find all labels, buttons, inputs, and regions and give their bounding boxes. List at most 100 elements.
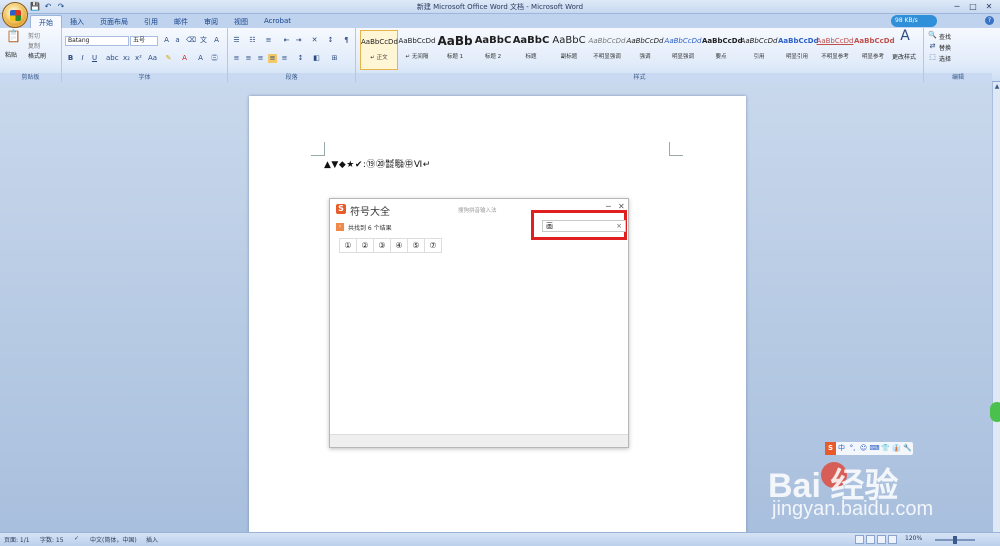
document-text[interactable]: ▲▼◆★✔:⑲⑳㍿㍾㊥Ⅵ↵ — [324, 157, 431, 170]
help-icon[interactable]: ? — [985, 16, 994, 25]
bold-icon[interactable]: B — [66, 54, 75, 63]
style-quote[interactable]: AaBbCcDd 引用 — [740, 30, 778, 70]
cut-button[interactable]: 剪切 — [28, 31, 40, 40]
font-name-select[interactable]: Batang — [65, 36, 129, 46]
floating-widget-icon[interactable] — [990, 402, 1000, 422]
line-spacing-icon[interactable]: ↕ — [296, 54, 305, 63]
decrease-indent-icon[interactable]: ⇤ — [282, 36, 291, 45]
symbol-cell[interactable]: ④ — [390, 238, 408, 253]
proofing-icon[interactable]: ✓ — [74, 535, 79, 542]
language-status[interactable]: 中文(简体，中国) — [90, 535, 137, 544]
symbol-cell[interactable]: ⑤ — [407, 238, 425, 253]
italic-icon[interactable]: I — [78, 54, 87, 63]
sogou-ime-icon[interactable]: S — [825, 442, 836, 455]
change-styles-icon[interactable]: A — [896, 29, 914, 48]
style-strong[interactable]: AaBbCcDd 要点 — [702, 30, 743, 70]
replace-button[interactable]: 替换 — [939, 43, 951, 52]
style-no-spacing[interactable]: AaBbCcDd ↵ 无间隔 — [398, 30, 436, 70]
char-shading-icon[interactable]: A — [196, 54, 205, 63]
multilevel-list-icon[interactable]: ≡ — [264, 36, 273, 45]
tab-insert[interactable]: 插入 — [62, 15, 92, 28]
insert-mode[interactable]: 插入 — [146, 535, 158, 544]
enclose-char-icon[interactable]: ㊂ — [210, 54, 219, 63]
symbol-cell[interactable]: ② — [356, 238, 374, 253]
symbol-cell[interactable]: ⑦ — [424, 238, 442, 253]
copy-button[interactable]: 复制 — [28, 41, 40, 50]
emoji-icon[interactable]: ☺ — [858, 442, 869, 455]
symbol-search-input[interactable]: 画 × — [542, 220, 626, 232]
symbol-cell[interactable]: ① — [339, 238, 357, 253]
web-layout-icon[interactable] — [877, 535, 886, 544]
paste-button[interactable]: 粘贴 — [5, 50, 17, 59]
style-heading-2[interactable]: AaBbC 标题 2 — [474, 30, 512, 70]
shading-icon[interactable]: ◧ — [312, 54, 321, 63]
page-count[interactable]: 页面: 1/1 — [4, 535, 30, 544]
style-emphasis[interactable]: AaBbCcDd 强调 — [626, 30, 664, 70]
grow-font-icon[interactable]: A — [162, 36, 171, 45]
print-layout-icon[interactable] — [855, 535, 864, 544]
close-button[interactable]: ✕ — [982, 1, 996, 12]
change-styles-button[interactable]: 更改样式 — [892, 52, 916, 61]
align-right-icon[interactable]: ≡ — [256, 54, 265, 63]
style-intense-quote[interactable]: AaBbCcDd 明显引用 — [778, 30, 819, 70]
paste-icon[interactable]: 📋 — [6, 30, 21, 48]
borders-icon[interactable]: ⊞ — [330, 54, 339, 63]
tab-page-layout[interactable]: 页面布局 — [92, 15, 136, 28]
style-intense-reference[interactable]: AaBbCcDd 明显参考 — [854, 30, 895, 70]
skin-icon[interactable]: 👕 — [880, 442, 891, 455]
outline-icon[interactable] — [888, 535, 897, 544]
vertical-scrollbar[interactable]: ▲ — [992, 82, 1000, 532]
tab-review[interactable]: 审阅 — [196, 15, 226, 28]
toolbox-icon[interactable]: 👔 — [891, 442, 902, 455]
style-normal[interactable]: AaBbCcDd ↵ 正文 — [360, 30, 398, 70]
align-center-icon[interactable]: ≡ — [244, 54, 253, 63]
show-marks-icon[interactable]: ¶ — [342, 36, 351, 45]
highlight-icon[interactable]: ✎ — [164, 54, 173, 63]
find-icon[interactable]: 🔍 — [928, 31, 937, 40]
style-title[interactable]: AaBbC 标题 — [512, 30, 550, 70]
clear-format-icon[interactable]: ⌫ — [186, 36, 196, 45]
symbol-cell[interactable]: ③ — [373, 238, 391, 253]
scroll-up-icon[interactable]: ▲ — [994, 83, 1000, 91]
tab-references[interactable]: 引用 — [136, 15, 166, 28]
distribute-icon[interactable]: ≡ — [280, 54, 289, 63]
office-button[interactable] — [2, 2, 28, 28]
tab-view[interactable]: 视图 — [226, 15, 256, 28]
style-heading-1[interactable]: AaBb 标题 1 — [436, 30, 474, 70]
full-screen-icon[interactable] — [866, 535, 875, 544]
punctuation-icon[interactable]: °, — [847, 442, 858, 455]
subscript-icon[interactable]: x₂ — [122, 54, 131, 63]
change-case-icon[interactable]: Aa — [148, 54, 157, 63]
strikethrough-icon[interactable]: abc — [106, 54, 119, 63]
pinyin-guide-icon[interactable]: 文 — [199, 36, 208, 45]
style-subtitle[interactable]: AaBbC 副标题 — [550, 30, 588, 70]
shrink-font-icon[interactable]: a — [173, 36, 182, 45]
bullets-icon[interactable]: ☰ — [232, 36, 241, 45]
zoom-level[interactable]: 120% — [905, 535, 922, 542]
format-painter-button[interactable]: 格式刷 — [28, 51, 46, 60]
clear-search-icon[interactable]: × — [616, 221, 622, 231]
maximize-button[interactable]: □ — [966, 1, 980, 12]
replace-icon[interactable]: ⇄ — [928, 42, 937, 51]
tab-acrobat[interactable]: Acrobat — [256, 15, 299, 28]
settings-icon[interactable]: 🔧 — [902, 442, 913, 455]
char-border-icon[interactable]: A — [212, 36, 221, 45]
chinese-layout-icon[interactable]: ✕ — [310, 36, 319, 45]
font-color-icon[interactable]: A — [180, 54, 189, 63]
word-count[interactable]: 字数: 15 — [40, 535, 64, 544]
select-icon[interactable]: ⬚ — [928, 53, 937, 62]
numbering-icon[interactable]: ☷ — [248, 36, 257, 45]
back-arrow-icon[interactable]: ‹ — [336, 223, 344, 231]
sort-icon[interactable]: ↕ — [326, 36, 335, 45]
increase-indent-icon[interactable]: ⇥ — [294, 36, 303, 45]
zoom-slider-handle[interactable] — [953, 536, 957, 544]
keyboard-icon[interactable]: ⌨ — [869, 442, 880, 455]
ime-mode-toggle[interactable]: 中 — [836, 442, 847, 455]
select-button[interactable]: 选择 — [939, 54, 951, 63]
find-button[interactable]: 查找 — [939, 32, 951, 41]
minimize-button[interactable]: ─ — [950, 1, 964, 12]
font-size-select[interactable]: 五号 — [130, 36, 158, 46]
underline-icon[interactable]: U — [90, 54, 99, 63]
justify-icon[interactable]: ≡ — [268, 54, 277, 63]
tab-home[interactable]: 开始 — [30, 15, 62, 28]
